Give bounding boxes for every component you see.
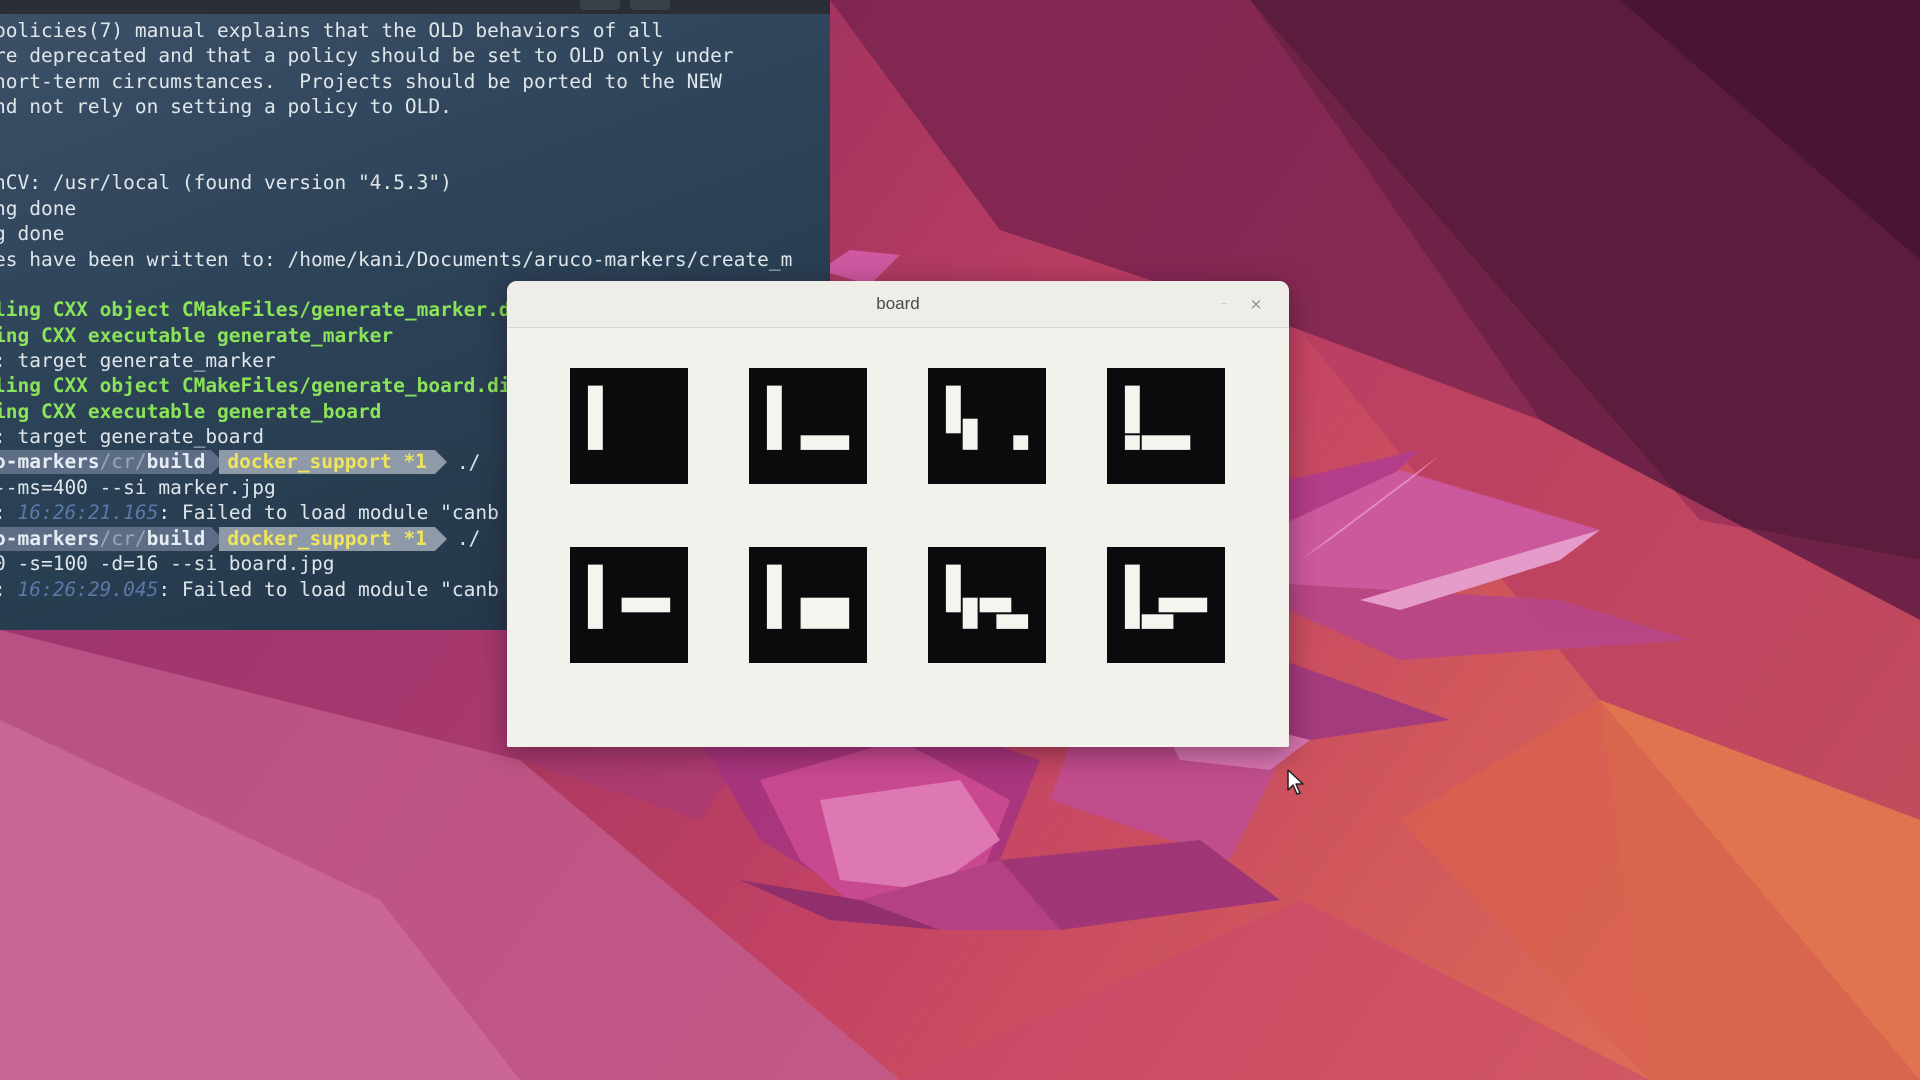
aruco-marker (749, 547, 867, 663)
prompt-command: ./ (456, 450, 481, 474)
terminal-text: ing CXX executable generate_marker (0, 323, 394, 347)
marker-cell (1124, 385, 1140, 434)
marker-cell (621, 597, 671, 613)
prompt-directory: o-markers/cr/build (0, 450, 212, 475)
terminal-text: : Failed to load module "canb (158, 577, 499, 601)
marker-cell (945, 564, 961, 613)
terminal-text: : (0, 500, 17, 525)
marker-cell (962, 418, 978, 450)
marker-cell (996, 614, 1029, 629)
terminal-text: nCV: /usr/local (found version "4.5.3") (0, 171, 452, 195)
aruco-marker (570, 368, 688, 484)
marker-cell (1141, 614, 1174, 629)
terminal-line: nd not rely on setting a policy to OLD. (0, 94, 830, 119)
terminal-line: re deprecated and that a policy should b… (0, 43, 830, 68)
marker-border (749, 368, 867, 484)
titlebar[interactable]: board – × (507, 281, 1289, 328)
terminal-text: 16:26:21.165 (17, 501, 159, 525)
marker-cell (1013, 435, 1029, 450)
marker-pattern (928, 368, 1046, 484)
marker-cell (1141, 435, 1191, 450)
terminal-line: nCV: /usr/local (found version "4.5.3") (0, 170, 830, 195)
marker-border (1107, 368, 1225, 484)
board-window[interactable]: board – × (507, 281, 1289, 747)
marker-cell (800, 597, 850, 629)
terminal-text: ling CXX object CMakeFiles/generate_boar… (0, 374, 523, 398)
marker-pattern (1107, 368, 1225, 484)
marker-cell (587, 385, 603, 450)
marker-cell (945, 385, 961, 434)
terminal-text: 0 -s=100 -d=16 --si board.jpg (0, 552, 335, 576)
aruco-marker (928, 547, 1046, 663)
terminal-line: ng done (0, 196, 830, 221)
terminal-line: g done (0, 221, 830, 246)
window-title: board (876, 294, 920, 313)
marker-pattern (749, 547, 867, 663)
marker-border (570, 368, 688, 484)
marker-cell (766, 385, 782, 450)
marker-cell (587, 564, 603, 629)
terminal-text: ng done (0, 196, 77, 220)
terminal-line: es have been written to: /home/kani/Docu… (0, 247, 830, 272)
prompt-separator (434, 450, 447, 475)
prompt-directory: o-markers/cr/build (0, 526, 212, 551)
terminal-text: : (0, 577, 17, 602)
terminal-header-button[interactable] (580, 0, 620, 10)
terminal-text: es have been written to: /home/kani/Docu… (0, 247, 793, 271)
terminal-text: : target generate_board (0, 425, 265, 449)
marker-border (928, 368, 1046, 484)
terminal-header (0, 0, 830, 14)
terminal-text: g done (0, 222, 65, 246)
marker-cell (962, 597, 978, 629)
marker-cell (800, 435, 850, 450)
marker-cell (979, 597, 1012, 613)
aruco-marker (928, 368, 1046, 484)
terminal-text: : Failed to load module "canb (158, 501, 499, 525)
aruco-marker (1107, 368, 1225, 484)
terminal-line: policies(7) manual explains that the OLD… (0, 18, 830, 43)
marker-pattern (570, 368, 688, 484)
marker-cell (1124, 435, 1140, 450)
marker-pattern (928, 547, 1046, 663)
terminal-text: ling CXX object CMakeFiles/generate_mark… (0, 298, 535, 322)
board-image (507, 328, 1289, 747)
marker-cell (1124, 564, 1140, 629)
aruco-marker (570, 547, 688, 663)
terminal-text: hort-term circumstances. Projects should… (0, 69, 722, 93)
aruco-marker (1107, 547, 1225, 663)
prompt-command: ./ (456, 526, 481, 550)
marker-pattern (1107, 547, 1225, 663)
marker-cell (1158, 597, 1208, 613)
marker-pattern (570, 547, 688, 663)
prompt-git-branch: docker_support *1 (219, 450, 435, 475)
mouse-pointer-icon (1287, 769, 1304, 795)
terminal-text: --ms=400 --si marker.jpg (0, 476, 276, 500)
minimize-icon[interactable]: – (1217, 297, 1231, 311)
terminal-text: re deprecated and that a policy should b… (0, 44, 734, 68)
terminal-header-button[interactable] (630, 0, 670, 10)
aruco-marker (749, 368, 867, 484)
close-icon[interactable]: × (1247, 295, 1265, 313)
prompt-git-branch: docker_support *1 (219, 526, 435, 551)
marker-pattern (749, 368, 867, 484)
desktop: policies(7) manual explains that the OLD… (0, 0, 1920, 1080)
prompt-separator (434, 526, 447, 551)
terminal-text: policies(7) manual explains that the OLD… (0, 19, 664, 42)
terminal-text: nd not rely on setting a policy to OLD. (0, 95, 452, 119)
terminal-text: ing CXX executable generate_board (0, 399, 382, 423)
terminal-line: hort-term circumstances. Projects should… (0, 69, 830, 94)
marker-cell (766, 564, 782, 629)
terminal-text: 16:26:29.045 (17, 577, 159, 601)
terminal-text: : target generate_marker (0, 349, 276, 373)
